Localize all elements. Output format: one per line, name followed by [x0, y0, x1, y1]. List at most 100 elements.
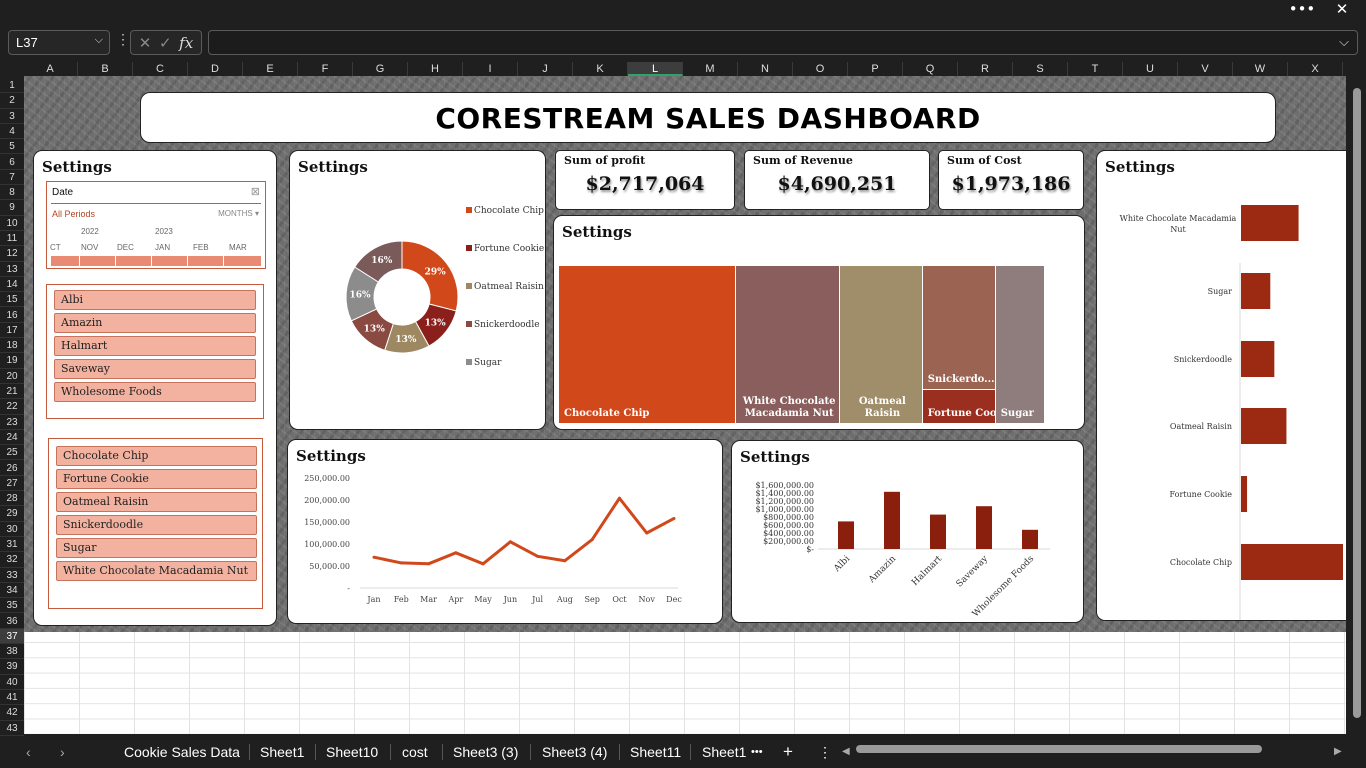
- sheet-menu-icon[interactable]: ⋮: [818, 742, 832, 762]
- column-header[interactable]: T: [1068, 62, 1123, 76]
- row-header[interactable]: 24: [0, 430, 24, 446]
- column-header[interactable]: N: [738, 62, 793, 76]
- column-header[interactable]: O: [793, 62, 848, 76]
- treemap-tile[interactable]: Snickerdo...: [922, 266, 995, 389]
- column-header[interactable]: I: [463, 62, 518, 76]
- more-sheets-icon[interactable]: •••: [751, 742, 763, 762]
- row-header[interactable]: 20: [0, 369, 24, 384]
- horizontal-bar[interactable]: [1241, 408, 1287, 444]
- name-box[interactable]: L37 ⌵: [8, 30, 110, 55]
- column-header[interactable]: A: [23, 62, 78, 76]
- sheet-tab[interactable]: cost: [402, 742, 428, 762]
- slicer-item-amazin[interactable]: Amazin: [54, 313, 256, 333]
- treemap-tile[interactable]: Sugar: [995, 266, 1044, 423]
- row-header[interactable]: 25: [0, 445, 24, 461]
- sheet-tab[interactable]: Cookie Sales Data: [124, 742, 240, 762]
- formula-input[interactable]: ⌵: [208, 30, 1358, 55]
- product-treemap-card[interactable]: Settings Chocolate Chip White Chocolate M…: [553, 215, 1085, 430]
- treemap-tile[interactable]: Oatmeal Raisin: [839, 266, 922, 423]
- row-header[interactable]: 34: [0, 583, 24, 599]
- column-chart[interactable]: $1,600,000.00$1,400,000.00$1,200,000.00$…: [732, 441, 1084, 623]
- series-line[interactable]: [373, 496, 675, 566]
- more-options-icon[interactable]: •••: [1282, 0, 1322, 20]
- column-header[interactable]: L: [628, 62, 683, 76]
- column-header[interactable]: F: [298, 62, 353, 76]
- row-header[interactable]: 38: [0, 644, 24, 660]
- slicer-item-white-chocolate-macadamia-nut[interactable]: White Chocolate Macadamia Nut: [56, 561, 257, 581]
- slicer-item-halmart[interactable]: Halmart: [54, 336, 256, 356]
- column-header[interactable]: X: [1288, 62, 1343, 76]
- row-header[interactable]: 13: [0, 262, 24, 277]
- column-header[interactable]: B: [78, 62, 133, 76]
- timeline-range-bar[interactable]: [51, 256, 261, 266]
- line-point[interactable]: [454, 551, 458, 555]
- column-header[interactable]: J: [518, 62, 573, 76]
- row-header[interactable]: 29: [0, 506, 24, 522]
- scroll-thumb[interactable]: [1353, 88, 1361, 718]
- row-header[interactable]: 19: [0, 353, 24, 369]
- expand-formula-icon[interactable]: ⌵: [1339, 34, 1349, 50]
- line-point[interactable]: [536, 554, 540, 558]
- row-header[interactable]: 31: [0, 537, 24, 553]
- product-share-donut-card[interactable]: Settings 29% 13% 13% 13% 16% 16% Chocolate Ch…: [289, 150, 546, 430]
- column-bar[interactable]: [884, 491, 900, 549]
- line-point[interactable]: [427, 562, 431, 566]
- column-header[interactable]: D: [188, 62, 243, 76]
- scroll-left-icon[interactable]: ◀: [842, 742, 850, 762]
- row-header[interactable]: 10: [0, 216, 24, 231]
- timeline-level[interactable]: MONTHS ▾: [218, 209, 259, 218]
- row-header[interactable]: 26: [0, 461, 24, 476]
- previous-sheet-icon[interactable]: ‹: [26, 742, 31, 762]
- slicer-item-snickerdoodle[interactable]: Snickerdoodle: [56, 515, 257, 535]
- row-header[interactable]: 30: [0, 522, 24, 537]
- row-header[interactable]: 15: [0, 292, 24, 308]
- column-header[interactable]: S: [1013, 62, 1068, 76]
- line-point[interactable]: [672, 516, 676, 520]
- row-header[interactable]: 11: [0, 231, 24, 247]
- row-header[interactable]: 42: [0, 705, 24, 721]
- row-header[interactable]: 37: [0, 628, 24, 645]
- column-header[interactable]: W: [1233, 62, 1288, 76]
- product-bar-card[interactable]: Settings White Chocolate Macadamia Nut Sug…: [1096, 150, 1346, 621]
- column-header[interactable]: G: [353, 62, 408, 76]
- row-header[interactable]: 8: [0, 185, 24, 201]
- add-sheet-icon[interactable]: +: [783, 742, 793, 762]
- slicer-item-saveway[interactable]: Saveway: [54, 359, 256, 379]
- cancel-icon[interactable]: ✕: [139, 34, 152, 52]
- chevron-down-icon[interactable]: ⌵: [95, 34, 103, 47]
- horizontal-bar[interactable]: [1241, 476, 1248, 512]
- date-timeline[interactable]: Date ⊠ All Periods MONTHS ▾ 2022 2023 CT…: [46, 181, 266, 269]
- column-bar[interactable]: [976, 506, 992, 549]
- row-header[interactable]: 35: [0, 598, 24, 614]
- sheet-tab[interactable]: Sheet1: [702, 742, 746, 762]
- row-header[interactable]: 18: [0, 338, 24, 354]
- row-header[interactable]: 28: [0, 491, 24, 507]
- bar-chart[interactable]: White Chocolate Macadamia Nut Sugar Snicker…: [1097, 151, 1346, 621]
- column-header[interactable]: H: [408, 62, 463, 76]
- column-header[interactable]: U: [1123, 62, 1178, 76]
- sheet-tab[interactable]: Sheet1: [260, 742, 304, 762]
- horizontal-scroll-thumb[interactable]: [856, 745, 1262, 753]
- vertical-scrollbar[interactable]: [1350, 76, 1366, 734]
- slicer-item-chocolate-chip[interactable]: Chocolate Chip: [56, 446, 257, 466]
- row-header[interactable]: 5: [0, 139, 24, 155]
- close-icon[interactable]: ✕: [1322, 0, 1362, 20]
- line-point[interactable]: [399, 561, 403, 565]
- row-header[interactable]: 41: [0, 690, 24, 706]
- slicer-item-wholesome-foods[interactable]: Wholesome Foods: [54, 382, 256, 402]
- row-header[interactable]: 1: [0, 78, 24, 94]
- row-header[interactable]: 12: [0, 246, 24, 262]
- customer-column-card[interactable]: Settings $1,600,000.00 $1,400,000.00 $1,20…: [731, 440, 1084, 623]
- row-header[interactable]: 43: [0, 721, 24, 736]
- column-bar[interactable]: [930, 514, 946, 549]
- slicer-item-fortune-cookie[interactable]: Fortune Cookie: [56, 469, 257, 489]
- line-chart[interactable]: 250,000.00 200,000.00 150,000.00 100,000.00…: [288, 440, 723, 624]
- slicer-item-albi[interactable]: Albi: [54, 290, 256, 310]
- check-icon[interactable]: ✓: [159, 34, 172, 52]
- slicer-item-oatmeal-raisin[interactable]: Oatmeal Raisin: [56, 492, 257, 512]
- treemap-chart[interactable]: Chocolate Chip White Chocolate Macadamia …: [558, 266, 1044, 424]
- row-header[interactable]: 40: [0, 675, 24, 690]
- column-bar[interactable]: [838, 521, 854, 549]
- line-point[interactable]: [645, 531, 649, 535]
- horizontal-bar[interactable]: [1241, 205, 1299, 241]
